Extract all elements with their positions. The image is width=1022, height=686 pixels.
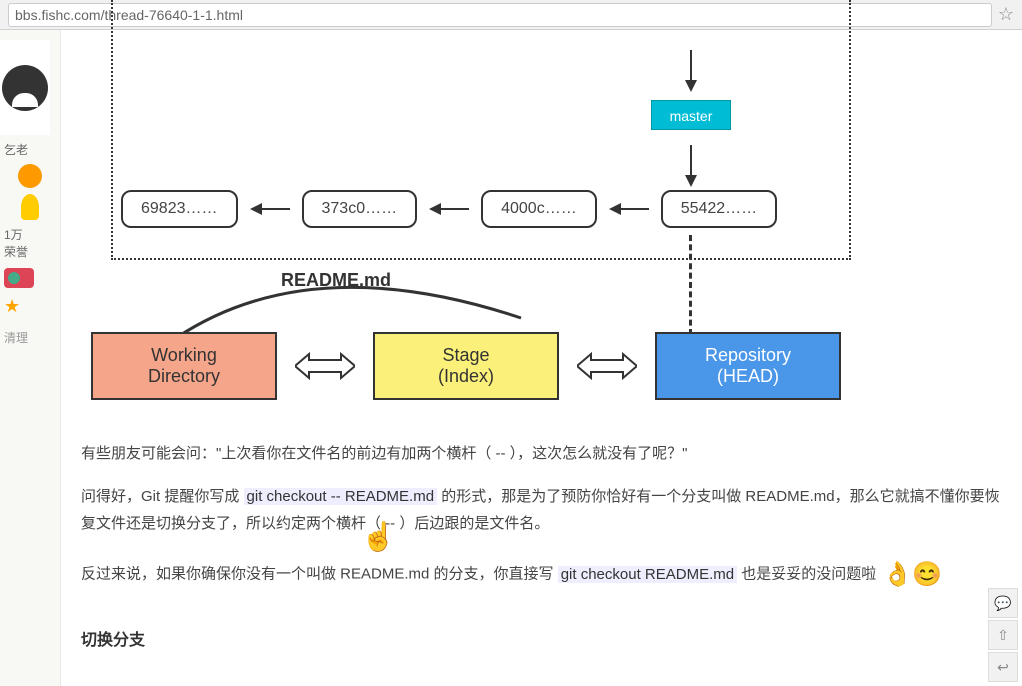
commit-node: 69823…… — [121, 190, 238, 228]
user-role: 乞老 — [4, 141, 56, 158]
commit-node: 373c0…… — [302, 190, 418, 228]
areas-row: Working Directory Stage (Index) Reposito… — [91, 332, 841, 400]
section-header: 切换分支 — [81, 626, 1002, 650]
dashed-connector — [689, 235, 692, 335]
ok-emoji-icon: 👌😊 — [882, 553, 942, 596]
scroll-top-button[interactable]: ⇧ — [988, 620, 1018, 650]
working-directory-box: Working Directory — [91, 332, 277, 400]
arrow-left-icon — [250, 201, 290, 217]
star-badge-icon: ★ — [4, 296, 56, 317]
avatar[interactable] — [0, 40, 50, 135]
arrow-left-icon — [609, 201, 649, 217]
page-side-controls: 💬 ⇧ ↩ — [988, 588, 1018, 682]
bookmark-star-icon[interactable]: ☆ — [998, 4, 1014, 25]
stats-label: 荣誉 — [4, 243, 56, 260]
stage-box: Stage (Index) — [373, 332, 559, 400]
code-inline: git checkout README.md — [558, 566, 737, 583]
stats: 1万 荣誉 — [4, 226, 56, 260]
commit-row: 69823…… 373c0…… 4000c…… 55422…… — [121, 190, 777, 228]
double-arrow-icon — [295, 350, 355, 382]
git-diagram: master 69823…… 373c0…… 4000c…… 55422…… R… — [81, 30, 1002, 420]
reply-button[interactable]: 💬 — [988, 588, 1018, 618]
master-node: master — [651, 100, 731, 130]
code-inline: git checkout -- README.md — [244, 488, 438, 505]
arrow-down-icon — [685, 175, 697, 187]
paragraph: 有些朋友可能会问："上次看你在文件名的前边有加两个横杆（ -- ），这次怎么就没… — [81, 440, 1002, 467]
paragraph: 反过来说，如果你确保你没有一个叫做 README.md 的分支，你直接写 git… — [81, 553, 1002, 596]
double-arrow-icon — [577, 350, 637, 382]
commit-node: 4000c…… — [481, 190, 597, 228]
stats-count: 1万 — [4, 226, 56, 243]
arrow-down-icon — [685, 80, 697, 92]
paragraph: 问得好，Git 提醒你写成 git checkout -- README.md … — [81, 483, 1002, 537]
sidebar-bottom-link[interactable]: 清理 — [0, 327, 60, 348]
node-badge-icon — [4, 268, 34, 288]
badges — [4, 164, 56, 220]
commit-node: 55422…… — [661, 190, 778, 228]
arrow-left-icon — [429, 201, 469, 217]
repository-box: Repository (HEAD) — [655, 332, 841, 400]
back-button[interactable]: ↩ — [988, 652, 1018, 682]
sun-badge-icon — [18, 164, 42, 188]
author-sidebar: 乞老 1万 荣誉 ★ 清理 — [0, 30, 60, 686]
ribbon-badge-icon — [21, 194, 39, 220]
avatar-image — [2, 65, 48, 111]
cursor-hand-icon: ☝ — [361, 520, 396, 553]
